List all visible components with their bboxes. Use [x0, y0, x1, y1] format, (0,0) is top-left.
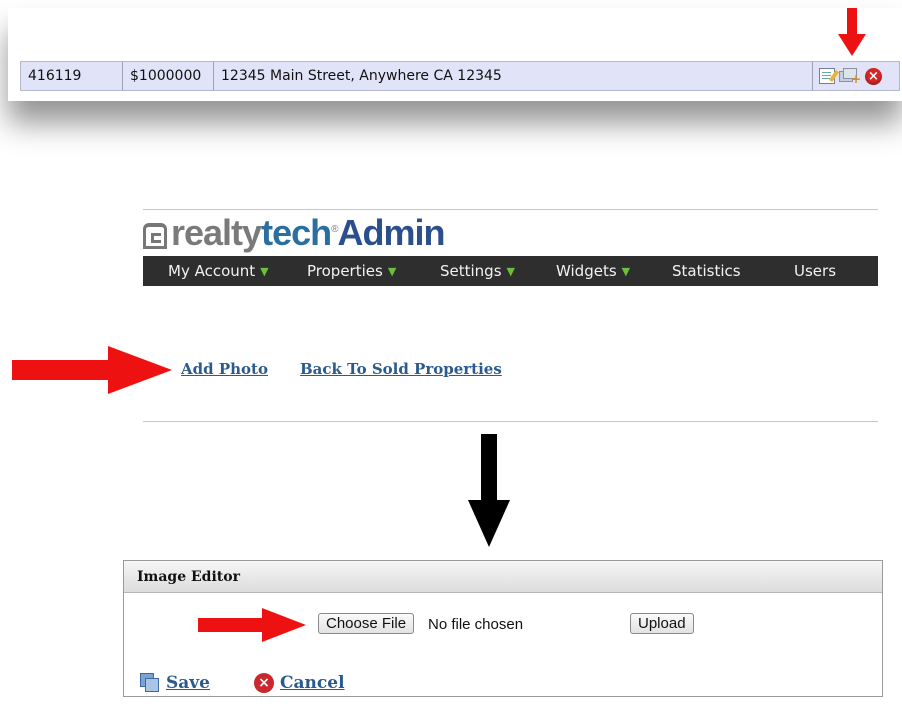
listing-address: 12345 Main Street, Anywhere CA 12345	[214, 62, 813, 90]
choose-file-button[interactable]: Choose File	[318, 613, 415, 634]
nav-settings[interactable]: Settings ▼	[440, 262, 515, 280]
dropdown-arrow-icon: ▼	[621, 264, 631, 278]
red-down-arrow-icon	[838, 8, 866, 56]
no-file-chosen-text: No file chosen	[428, 616, 524, 633]
logo-word-tech: tech	[261, 212, 332, 253]
main-nav: My Account ▼ Properties ▼ Settings ▼ Wid…	[143, 256, 878, 286]
cancel-action[interactable]: × Cancel	[254, 673, 345, 693]
listing-actions: + ×	[813, 62, 899, 90]
logo-word-admin: Admin	[337, 212, 445, 253]
save-icon	[140, 673, 160, 693]
delete-icon[interactable]: ×	[865, 67, 882, 85]
house-logo-icon	[143, 223, 167, 249]
upload-button[interactable]: Upload	[630, 613, 694, 634]
red-right-arrow-icon	[12, 346, 172, 394]
nav-label: My Account	[168, 262, 256, 280]
cancel-icon: ×	[254, 673, 274, 693]
nav-statistics[interactable]: Statistics	[672, 262, 741, 280]
dropdown-arrow-icon: ▼	[506, 264, 515, 278]
nav-label: Widgets	[556, 262, 617, 280]
cancel-link[interactable]: Cancel	[280, 673, 345, 693]
dropdown-arrow-icon: ▼	[260, 264, 269, 278]
listing-row: 416119 $1000000 12345 Main Street, Anywh…	[20, 61, 900, 91]
black-down-arrow-icon	[468, 434, 510, 547]
content-divider	[143, 421, 878, 422]
nav-widgets[interactable]: Widgets ▼	[556, 262, 630, 280]
add-photo-icon[interactable]: +	[839, 68, 861, 85]
nav-label: Statistics	[672, 262, 741, 280]
edit-icon[interactable]	[819, 68, 835, 84]
back-to-sold-properties-link[interactable]: Back To Sold Properties	[300, 360, 502, 378]
realtytech-admin-logo: realtytech®Admin	[143, 210, 445, 253]
nav-label: Settings	[440, 262, 502, 280]
nav-label: Properties	[307, 262, 383, 280]
red-right-arrow-icon	[198, 608, 306, 642]
listing-price: $1000000	[123, 62, 214, 90]
image-editor-title: Image Editor	[124, 561, 882, 593]
nav-users[interactable]: Users	[794, 262, 836, 280]
nav-properties[interactable]: Properties ▼	[307, 262, 396, 280]
nav-label: Users	[794, 262, 837, 280]
listing-id: 416119	[21, 62, 123, 90]
nav-my-account[interactable]: My Account ▼	[168, 262, 269, 280]
add-photo-link[interactable]: Add Photo	[181, 360, 268, 378]
save-action[interactable]: Save	[140, 673, 210, 693]
save-link[interactable]: Save	[166, 673, 210, 693]
dropdown-arrow-icon: ▼	[387, 264, 397, 278]
logo-word-realty: realty	[171, 212, 262, 253]
